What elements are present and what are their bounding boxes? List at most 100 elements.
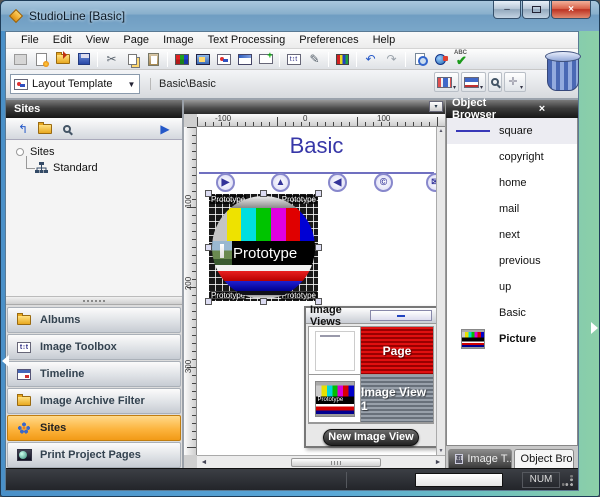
menu-text-processing[interactable]: Text Processing [201,33,293,47]
sidebar-item-print-project-pages[interactable]: Print Project Pages [7,442,181,468]
page-canvas[interactable]: Basic ▶ ▲ ◀ © ✉ Prototype Prototype Prot… [197,127,436,455]
sidebar-item-timeline[interactable]: Timeline [7,361,181,387]
image-view-row-1[interactable]: Prototype Image View 1 [309,375,433,423]
menu-page[interactable]: Page [116,33,156,47]
object-item-picture[interactable]: Picture [447,326,577,352]
sidebar-item-sites[interactable]: Sites [7,415,181,441]
next-nav-icon[interactable]: ▶ [216,173,235,192]
resize-handle-nw[interactable] [205,190,212,197]
pen-button[interactable]: ✎ [305,51,324,68]
tree-node-icon[interactable] [16,148,24,156]
object-item-next[interactable]: next [447,222,577,248]
palette-minimize-button[interactable] [370,310,432,321]
tree-item-standard[interactable]: Standard [35,160,182,176]
canvas-horizontal-scrollbar[interactable]: ◄ ► [197,455,445,468]
pan-button[interactable]: ✛▾ [504,72,526,92]
resize-handle-n[interactable] [260,190,267,197]
object-item-mail[interactable]: mail [447,196,577,222]
prototype-image[interactable]: Prototype [212,196,315,299]
align-horizontal-button[interactable]: ▾ [434,72,459,92]
resize-handle-ne[interactable] [315,190,322,197]
object-item-up[interactable]: up [447,274,577,300]
scrollbar-thumb[interactable] [291,458,381,467]
tab-object-browser[interactable]: Object Bro... [514,449,574,468]
sidebar-item-albums[interactable]: Albums [7,307,181,333]
sidebar-item-image-archive-filter[interactable]: Image Archive Filter [7,388,181,414]
object-item-basic[interactable]: Basic [447,300,577,326]
image-view-row-page[interactable]: Page [309,327,433,375]
up-nav-icon[interactable]: ▲ [271,173,290,192]
object-item-home[interactable]: home [447,170,577,196]
add-field-button[interactable] [256,51,275,68]
object-browser-header[interactable]: Object Browser × [446,100,578,118]
caret-down-icon[interactable]: ▾ [480,84,483,91]
menu-image[interactable]: Image [156,33,201,47]
sidebar-splitter[interactable] [6,296,182,305]
image-view-label[interactable]: Image View 1 [361,375,433,422]
zoom-button[interactable] [488,72,502,92]
canvas-options-button[interactable]: ▾ [429,101,443,112]
tree-item-sites[interactable]: Sites [14,144,182,160]
mail-nav-icon[interactable]: ✉ [426,173,436,192]
open-button[interactable] [53,51,72,68]
scroll-up-icon[interactable]: ▲ [439,128,444,134]
window-panel-button[interactable] [235,51,254,68]
spellcheck-button[interactable]: ABC✔ [452,51,471,68]
page-view-label[interactable]: Page [361,327,433,374]
object-item-square[interactable]: square [447,118,577,144]
object-item-copyright[interactable]: copyright [447,144,577,170]
object-item-previous[interactable]: previous [447,248,577,274]
menu-preferences[interactable]: Preferences [292,33,365,47]
new-folder-button[interactable] [34,120,56,138]
zoom-text-button[interactable] [410,51,429,68]
maximize-button[interactable] [522,1,550,19]
image-tools-button[interactable]: t↕t [284,51,303,68]
menu-view[interactable]: View [79,33,117,47]
align-vertical-button[interactable]: ▾ [461,72,486,92]
minimize-button[interactable]: – [493,1,521,19]
canvas-vertical-scrollbar[interactable]: ▲ ▼ [436,127,445,455]
translate-button[interactable] [431,51,450,68]
caret-down-icon[interactable]: ▾ [453,84,456,91]
tab-image-tools[interactable]: t↕t Image T... [448,449,512,468]
paste-button[interactable] [144,51,163,68]
publish-button[interactable]: ▶ [154,120,176,138]
cut-button[interactable]: ✂ [102,51,121,68]
resize-handle-w[interactable] [205,244,212,251]
color-tiles-button[interactable] [172,51,191,68]
menu-edit[interactable]: Edit [46,33,79,47]
layout-template-combo[interactable]: Layout Template ▼ [10,74,140,94]
resize-handle-e[interactable] [315,244,322,251]
image-view-thumbnail[interactable]: Prototype [309,375,361,422]
page-thumbnail[interactable] [309,327,361,374]
copy-button[interactable] [123,51,142,68]
placeholder-button[interactable] [11,51,30,68]
close-panel-icon[interactable]: × [512,103,572,115]
copyright-nav-icon[interactable]: © [374,173,393,192]
caret-down-icon[interactable]: ▾ [520,84,523,91]
trash-can-icon[interactable] [545,51,581,93]
scroll-left-icon[interactable]: ◄ [197,459,211,466]
up-level-button[interactable]: ↰ [12,120,34,138]
undo-button[interactable]: ↶ [361,51,380,68]
menu-help[interactable]: Help [366,33,403,47]
sidebar-item-image-toolbox[interactable]: t↕t Image Toolbox [7,334,181,360]
resize-handle-s[interactable] [260,298,267,305]
redo-button[interactable]: ↷ [382,51,401,68]
prototype-selection[interactable]: Prototype Prototype Prototype Prototype [209,194,318,301]
menu-file[interactable]: File [14,33,46,47]
title-bar[interactable]: StudioLine [Basic] – × [1,1,599,31]
scroll-right-icon[interactable]: ► [431,459,445,466]
color-palette-button[interactable] [333,51,352,68]
image-views-palette[interactable]: Image Views Page Prototype Im [304,306,436,448]
scroll-down-icon[interactable]: ▼ [439,448,444,454]
resize-grip[interactable] [562,475,574,487]
resize-handle-sw[interactable] [205,298,212,305]
combo-dropdown-icon[interactable]: ▼ [124,75,139,93]
palette-title-bar[interactable]: Image Views [306,308,436,324]
new-image-view-button[interactable]: New Image View [323,429,419,446]
layout-template-button[interactable] [214,51,233,68]
close-button[interactable]: × [551,1,591,19]
image-editor-button[interactable] [193,51,212,68]
previous-nav-icon[interactable]: ◀ [328,173,347,192]
